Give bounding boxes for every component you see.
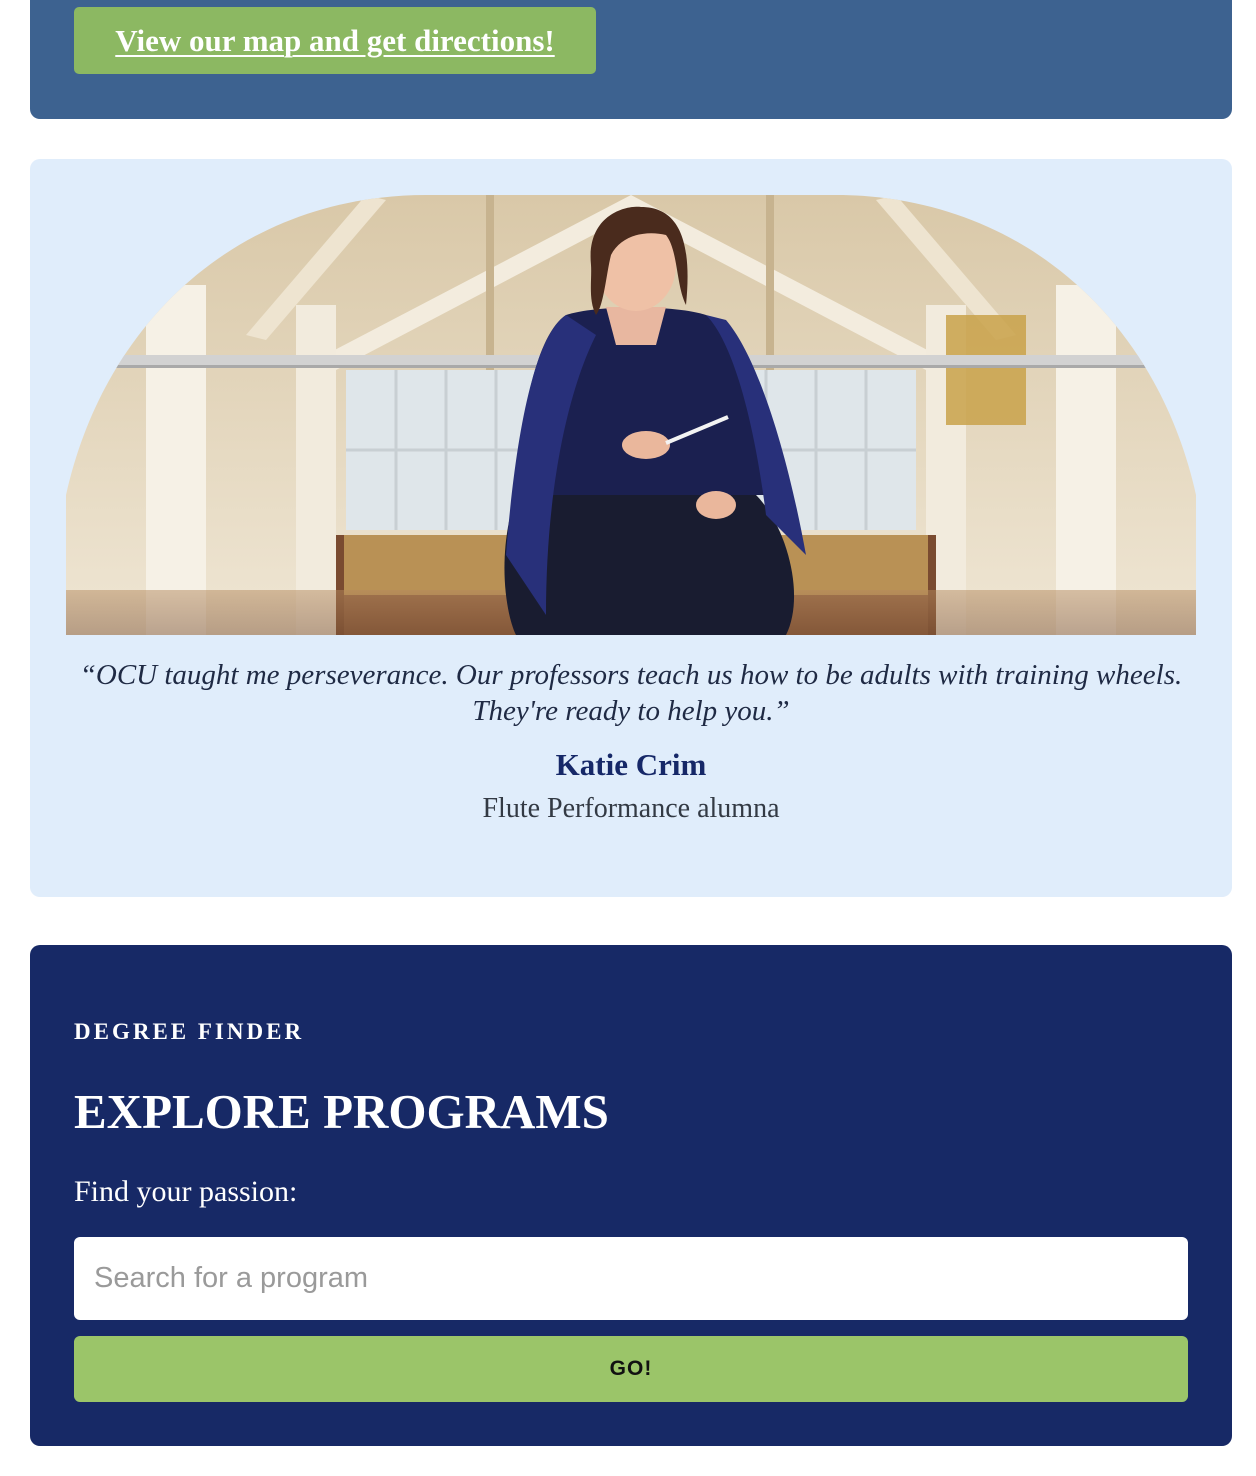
degree-finder-card: DEGREE FINDER EXPLORE PROGRAMS Find your… [30,945,1232,1446]
go-button[interactable]: GO! [74,1336,1188,1402]
testimonial-role: Flute Performance alumna [482,793,780,824]
testimonial-name: Katie Crim [555,747,707,782]
program-search-input[interactable] [74,1237,1188,1320]
degree-finder-eyebrow: DEGREE FINDER [74,1019,305,1044]
search-label: Find your passion: [74,1175,298,1208]
degree-finder-heading: EXPLORE PROGRAMS [74,1084,609,1139]
testimonial-quote: “OCU taught me perseverance. Our profess… [79,659,1183,727]
map-directions-card: View our map and get directions! [30,0,1232,119]
testimonial-photo [66,195,1196,635]
testimonial-card: “OCU taught me perseverance. Our profess… [30,159,1232,897]
view-map-directions-button[interactable]: View our map and get directions! [74,7,596,74]
